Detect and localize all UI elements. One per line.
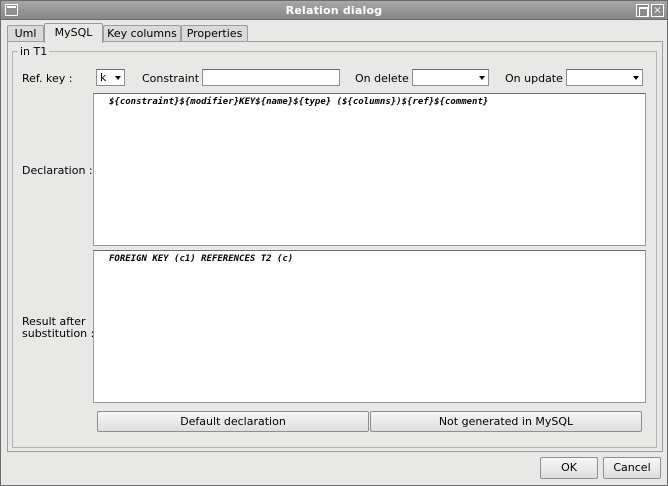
relation-dialog-window: Relation dialog × Uml MySQL Key columns … [0, 0, 668, 486]
close-icon[interactable]: × [651, 4, 664, 17]
title-bar[interactable]: Relation dialog × [1, 1, 667, 20]
result-textarea[interactable]: FOREIGN KEY (c1) REFERENCES T2 (c) [93, 250, 646, 403]
not-generated-button[interactable]: Not generated in MySQL [370, 411, 642, 432]
tab-key-columns[interactable]: Key columns [103, 25, 181, 42]
mysql-tab-panel: in T1 Ref. key : k Constraint : On delet… [7, 41, 663, 452]
on-update-select[interactable] [566, 69, 643, 86]
declaration-textarea[interactable]: ${constraint}${modifier}KEY${name}${type… [93, 93, 646, 246]
ref-key-label: Ref. key : [22, 72, 73, 85]
tab-mysql[interactable]: MySQL [44, 23, 103, 43]
chevron-down-icon [479, 76, 485, 80]
tab-properties[interactable]: Properties [181, 25, 248, 42]
ref-key-value: k [100, 71, 107, 84]
default-declaration-button[interactable]: Default declaration [97, 411, 369, 432]
on-update-label: On update : [505, 72, 571, 85]
constraint-label: Constraint : [142, 72, 207, 85]
ref-key-select[interactable]: k [96, 69, 125, 86]
cancel-button[interactable]: Cancel [603, 457, 661, 479]
maximize-icon[interactable] [636, 4, 649, 17]
on-delete-select[interactable] [412, 69, 489, 86]
ok-button[interactable]: OK [540, 457, 598, 479]
tab-uml[interactable]: Uml [7, 25, 44, 42]
constraint-field[interactable] [202, 69, 340, 86]
result-label-line2: substitution : [22, 327, 95, 340]
group-title: in T1 [18, 45, 50, 58]
on-delete-label: On delete : [355, 72, 416, 85]
chevron-down-icon [115, 76, 121, 80]
window-title: Relation dialog [285, 4, 383, 17]
chevron-down-icon [633, 76, 639, 80]
declaration-label: Declaration : [22, 164, 93, 177]
